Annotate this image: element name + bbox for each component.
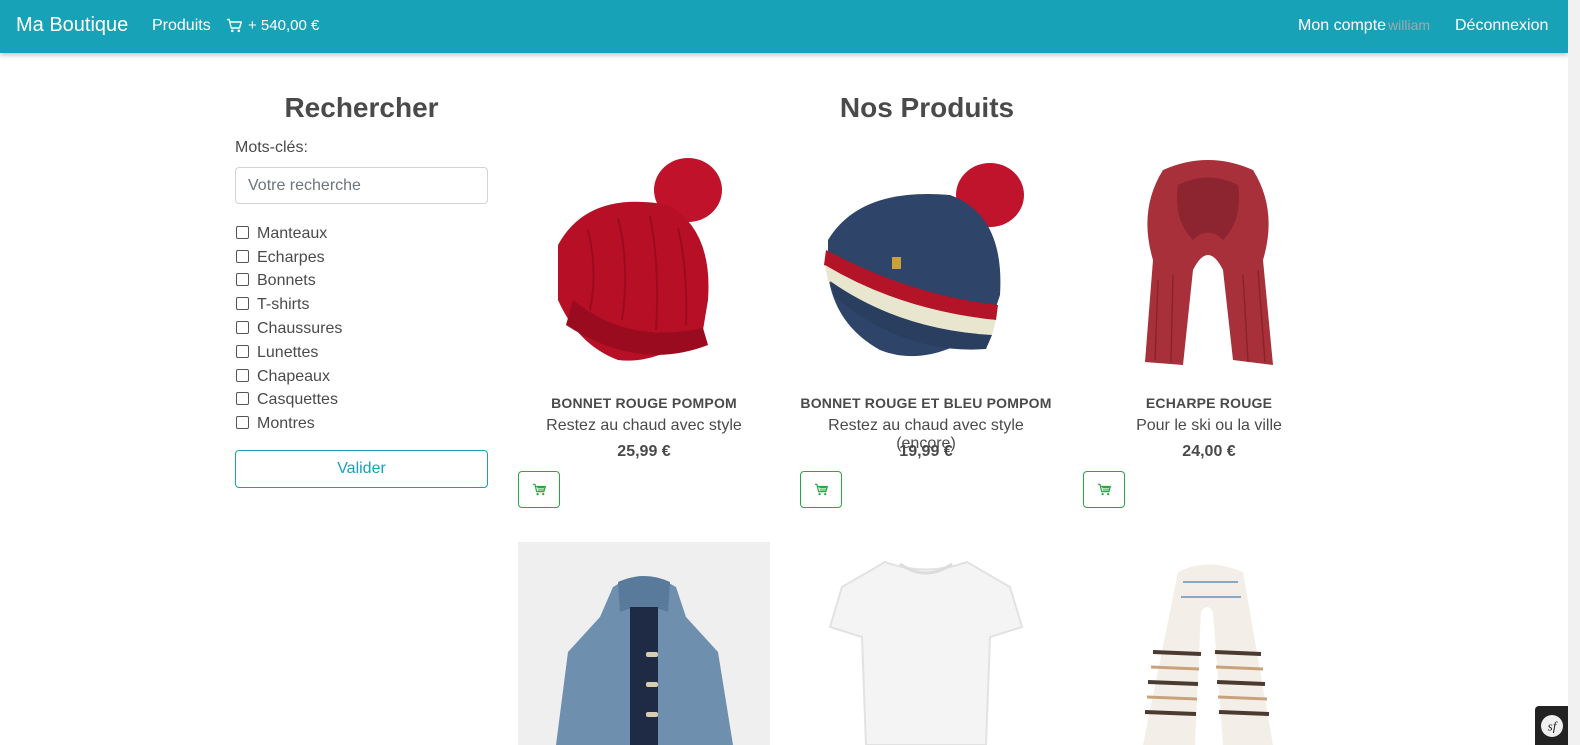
logout-link[interactable]: Déconnexion — [1455, 17, 1548, 35]
username: william — [1388, 17, 1431, 33]
account-link[interactable]: Mon compte william — [1298, 17, 1430, 35]
cart-icon — [532, 483, 546, 496]
add-to-cart-button[interactable] — [518, 471, 560, 508]
category-item[interactable]: Chaussures — [235, 317, 342, 341]
category-checkbox[interactable] — [236, 321, 249, 335]
product-image-red-pompom-beanie[interactable] — [518, 150, 770, 380]
category-label: Lunettes — [257, 343, 319, 361]
account-label: Mon compte — [1298, 17, 1387, 34]
products-link[interactable]: Produits — [152, 17, 211, 35]
product-name[interactable]: BONNET ROUGE POMPOM — [518, 395, 770, 411]
category-label: Casquettes — [257, 391, 338, 409]
cart-icon — [814, 483, 828, 496]
category-item[interactable]: Chapeaux — [235, 365, 342, 389]
symfony-toolbar-icon: sf — [1540, 714, 1563, 737]
submit-button[interactable]: Valider — [235, 450, 488, 488]
symfony-toolbar-toggle[interactable]: sf — [1535, 706, 1568, 745]
category-item[interactable]: Montres — [235, 412, 342, 436]
category-checkbox[interactable] — [236, 225, 249, 239]
cart-total: + 540,00 € — [248, 17, 320, 34]
category-checkbox[interactable] — [236, 368, 249, 382]
search-title: Rechercher — [284, 92, 439, 123]
category-label: Chaussures — [257, 320, 343, 338]
category-label: Echarpes — [257, 248, 325, 266]
product-image-blue-red-pompom-beanie[interactable] — [800, 145, 1052, 375]
search-input[interactable] — [235, 167, 488, 204]
products-title: Nos Produits — [839, 92, 1015, 123]
category-list: Manteaux Echarpes Bonnets T-shirts Chaus… — [235, 222, 342, 436]
product-image-denim-duffle-coat[interactable] — [518, 542, 770, 745]
category-checkbox[interactable] — [236, 344, 249, 358]
navbar: Ma Boutique Produits + 540,00 € Mon comp… — [0, 0, 1568, 53]
product-image-striped-scarf[interactable] — [1083, 542, 1335, 745]
category-label: Chapeaux — [257, 367, 330, 385]
product-price: 24,00 € — [1182, 443, 1236, 460]
cart-icon — [1097, 483, 1111, 496]
category-item[interactable]: Echarpes — [235, 246, 342, 270]
category-label: Bonnets — [257, 272, 316, 290]
category-item[interactable]: Bonnets — [235, 270, 342, 294]
category-checkbox[interactable] — [236, 249, 249, 263]
category-label: Manteaux — [257, 224, 328, 242]
category-label: T-shirts — [257, 296, 310, 314]
category-item[interactable]: Lunettes — [235, 341, 342, 365]
add-to-cart-button[interactable] — [800, 471, 842, 508]
add-to-cart-button[interactable] — [1083, 471, 1125, 508]
product-name[interactable]: ECHARPE ROUGE — [1083, 395, 1335, 411]
category-item[interactable]: Casquettes — [235, 389, 342, 413]
product-subtitle: Restez au chaud avec style — [546, 417, 742, 434]
product-image-white-tshirt[interactable] — [800, 542, 1052, 745]
category-label: Montres — [257, 415, 315, 433]
product-name[interactable]: BONNET ROUGE ET BLEU POMPOM — [800, 395, 1052, 411]
brand-link[interactable]: Ma Boutique — [16, 14, 128, 37]
category-checkbox[interactable] — [236, 297, 249, 311]
category-checkbox[interactable] — [236, 416, 249, 430]
product-price: 25,99 € — [617, 443, 671, 460]
category-checkbox[interactable] — [236, 392, 249, 406]
category-item[interactable]: Manteaux — [235, 222, 342, 246]
search-sidebar: Rechercher Mots-clés: Manteaux Echarpes … — [235, 92, 488, 488]
cart-icon — [227, 18, 242, 33]
page-scrollbar[interactable] — [1568, 0, 1580, 745]
product-subtitle: Pour le ski ou la ville — [1136, 417, 1282, 434]
category-checkbox[interactable] — [236, 273, 249, 287]
keywords-label: Mots-clés: — [235, 139, 308, 156]
cart-link[interactable]: + 540,00 € — [226, 17, 319, 34]
product-price: 19,99 € — [899, 443, 953, 460]
product-image-red-scarf[interactable] — [1083, 150, 1335, 380]
category-item[interactable]: T-shirts — [235, 293, 342, 317]
